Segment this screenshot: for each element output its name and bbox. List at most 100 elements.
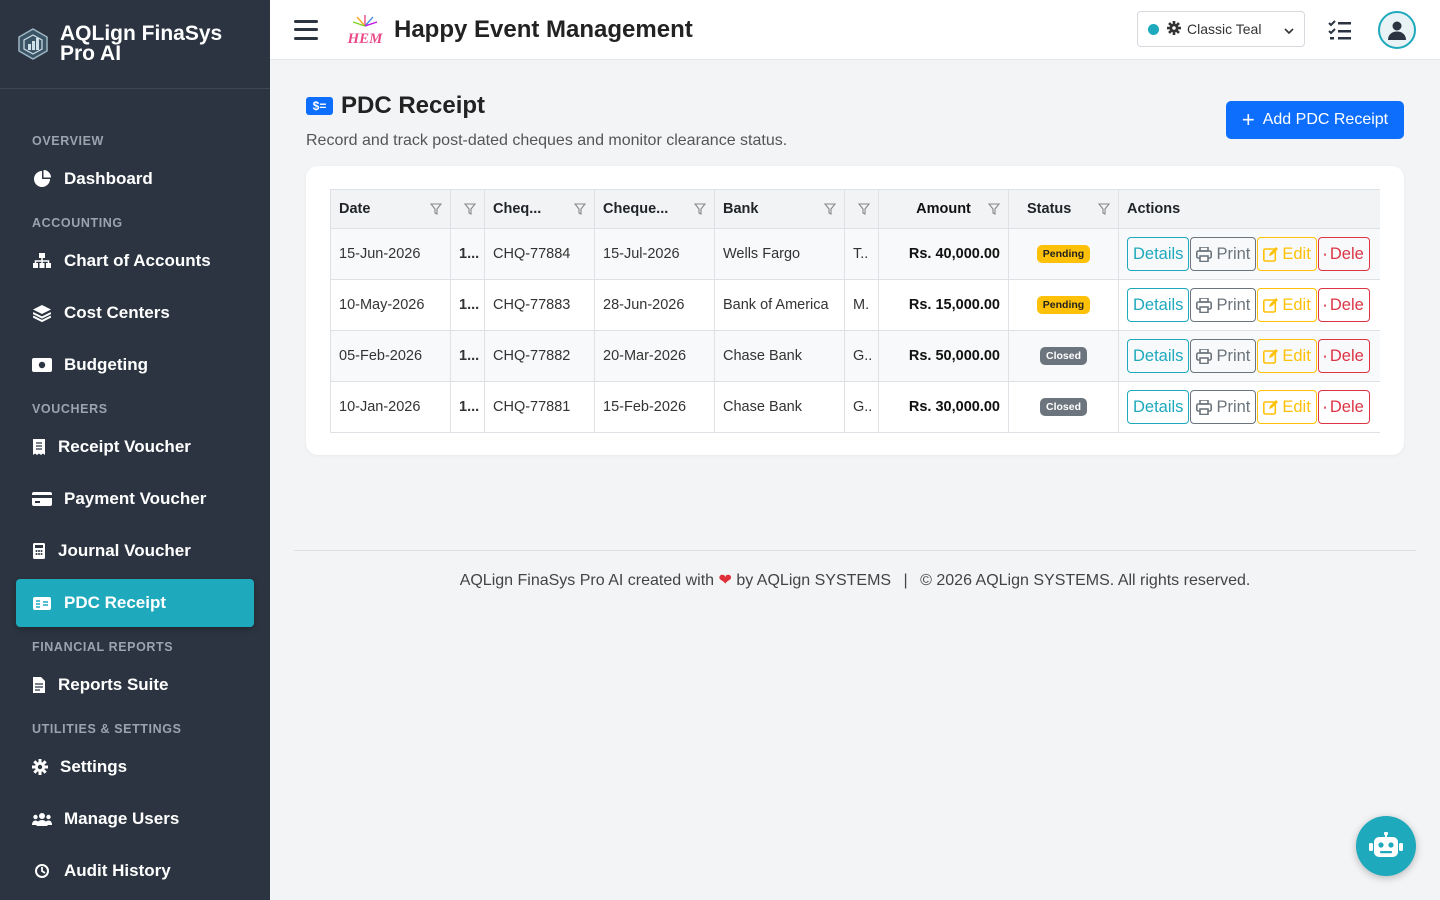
table-row[interactable]: 15-Jun-2026 1... CHQ-77884 15-Jul-2026 W… [330,228,1380,280]
print-button[interactable]: Print [1190,288,1257,322]
brand-name: AQLign FinaSys Pro AI [60,22,223,65]
details-button[interactable]: Details [1127,237,1190,271]
cell-bank: Bank of America [714,279,845,331]
edit-button[interactable]: Edit [1257,339,1317,373]
cell-amount: Rs. 50,000.00 [878,330,1009,382]
sidebar-item-dashboard[interactable]: Dashboard [16,155,254,203]
cell-amount: Rs. 30,000.00 [878,381,1009,433]
cell-party: 1... [450,330,485,382]
col-status[interactable]: Status [1008,189,1119,229]
cell-bank: Chase Bank [714,330,845,382]
cell-branch: M. [844,279,879,331]
edit-button[interactable]: Edit [1257,288,1317,322]
status-badge: Closed [1039,347,1087,365]
sidebar: AQLign FinaSys Pro AI OVERVIEW Dashboard… [0,0,270,900]
sidebar-item-reports-suite[interactable]: Reports Suite [16,661,254,709]
filter-icon[interactable] [824,203,836,215]
print-button[interactable]: Print [1190,237,1257,271]
sidebar-item-journal-voucher[interactable]: Journal Voucher [16,527,254,575]
table-row[interactable]: 10-Jan-2026 1... CHQ-77881 15-Feb-2026 C… [330,381,1380,433]
chatbot-button[interactable] [1356,816,1416,876]
table-row[interactable]: 10-May-2026 1... CHQ-77883 28-Jun-2026 B… [330,279,1380,331]
brand[interactable]: AQLign FinaSys Pro AI [0,0,270,89]
details-button[interactable]: Details [1127,288,1190,322]
col-cheque-no[interactable]: Cheq... [484,189,595,229]
edit-icon [1263,297,1279,313]
footer-divider [294,550,1416,551]
edit-icon [1263,348,1279,364]
status-badge: Pending [1036,245,1091,263]
sidebar-item-audit-history[interactable]: Audit History [16,847,254,895]
section-overview: OVERVIEW [32,134,104,148]
delete-button[interactable]: Dele [1317,237,1370,271]
filter-icon[interactable] [1098,203,1110,215]
col-cheque-date[interactable]: Cheque... [594,189,715,229]
cell-cheque-date: 15-Jul-2026 [594,228,715,280]
sidebar-item-pdc-receipt[interactable]: PDC Receipt [16,579,254,627]
cell-date: 15-Jun-2026 [330,228,451,280]
filter-icon[interactable] [694,203,706,215]
sidebar-item-cost-centers[interactable]: Cost Centers [16,289,254,337]
col-branch[interactable] [844,189,879,229]
delete-button[interactable]: Dele [1317,288,1370,322]
edit-icon [1263,399,1279,415]
user-avatar[interactable] [1378,11,1416,49]
money-check-dollar-icon: $= [306,97,333,115]
sidebar-item-payment-voucher[interactable]: Payment Voucher [16,475,254,523]
details-button[interactable]: Details [1127,390,1190,424]
sidebar-item-budgeting[interactable]: Budgeting [16,341,254,389]
col-date[interactable]: Date [330,189,451,229]
filter-icon[interactable] [464,203,476,215]
cell-status: Closed [1008,330,1119,382]
sidebar-item-manage-users[interactable]: Manage Users [16,795,254,843]
plus-icon: + [1241,107,1255,132]
filter-icon[interactable] [988,203,1000,215]
footer-credit-suffix: by AQLign SYSTEMS [736,572,892,589]
cell-status: Pending [1008,279,1119,331]
table-card: Date Cheq... Cheque... Bank Amount Statu… [306,166,1404,455]
filter-icon[interactable] [574,203,586,215]
page-title-text: PDC Receipt [341,92,486,119]
task-list-icon[interactable] [1328,18,1352,42]
top-bar: HEM Happy Event Management Classic Teal [270,0,1440,60]
sidebar-item-receipt-voucher[interactable]: Receipt Voucher [16,423,254,471]
sidebar-item-label: Reports Suite [58,675,169,694]
sidebar-item-label: Settings [60,757,128,776]
status-badge: Closed [1039,398,1087,416]
sidebar-item-label: Dashboard [64,169,153,188]
add-pdc-receipt-button[interactable]: + Add PDC Receipt [1226,101,1404,139]
add-button-label: Add PDC Receipt [1262,111,1389,128]
sidebar-item-label: Audit History [64,861,171,880]
sidebar-item-chart-of-accounts[interactable]: Chart of Accounts [16,237,254,285]
print-button[interactable]: Print [1190,339,1257,373]
delete-button[interactable]: Dele [1317,390,1370,424]
print-button[interactable]: Print [1190,390,1257,424]
hamburger-menu-icon[interactable] [294,19,318,40]
edit-button[interactable]: Edit [1257,237,1317,271]
theme-select-value: Classic Teal [1187,21,1262,37]
printer-icon [1196,348,1213,364]
details-button[interactable]: Details [1127,339,1190,373]
theme-select[interactable]: Classic Teal [1137,11,1305,47]
cell-date: 05-Feb-2026 [330,330,451,382]
table-row[interactable]: 05-Feb-2026 1... CHQ-77882 20-Mar-2026 C… [330,330,1380,382]
sidebar-item-label: PDC Receipt [64,593,167,612]
sidebar-item-settings[interactable]: Settings [16,743,254,791]
user-icon [1388,21,1406,40]
col-bank[interactable]: Bank [714,189,845,229]
cell-actions: Details Print Edit Dele [1118,279,1380,331]
cell-cheque-no: CHQ-77881 [484,381,595,433]
sidebar-item-label: Cost Centers [64,303,170,322]
cell-bank: Chase Bank [714,381,845,433]
printer-icon [1196,399,1213,415]
edit-button[interactable]: Edit [1257,390,1317,424]
col-amount[interactable]: Amount [878,189,1009,229]
cell-branch: G.. [844,330,879,382]
layers-icon [32,304,52,322]
col-party[interactable] [450,189,485,229]
table-wrapper[interactable]: Date Cheq... Cheque... Bank Amount Statu… [330,189,1380,433]
delete-button[interactable]: Dele [1317,339,1370,373]
trash-icon [1323,252,1326,256]
filter-icon[interactable] [858,203,870,215]
filter-icon[interactable] [430,203,442,215]
